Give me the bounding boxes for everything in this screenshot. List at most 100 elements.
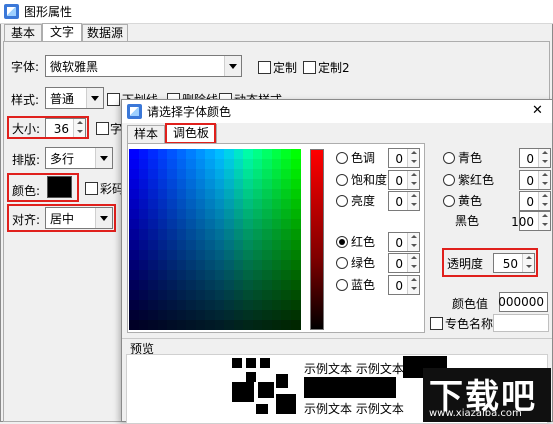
color-cell[interactable] xyxy=(224,249,234,261)
color-cell[interactable] xyxy=(129,189,139,200)
color-cell[interactable] xyxy=(129,179,139,190)
color-cell[interactable] xyxy=(214,229,225,240)
color-cell[interactable] xyxy=(195,279,206,291)
color-cell[interactable] xyxy=(195,269,206,281)
color-cell[interactable] xyxy=(176,309,187,321)
underline-checkbox[interactable] xyxy=(107,93,120,106)
color-cell[interactable] xyxy=(176,179,187,190)
color-cell[interactable] xyxy=(243,229,253,240)
color-cell[interactable] xyxy=(186,169,196,180)
color-cell[interactable] xyxy=(271,319,282,331)
color-cell[interactable] xyxy=(214,219,225,230)
color-cell[interactable] xyxy=(252,279,263,291)
color-cell[interactable] xyxy=(186,269,196,281)
color-cell[interactable] xyxy=(148,249,158,261)
color-cell[interactable] xyxy=(262,149,272,160)
color-cell[interactable] xyxy=(262,249,272,261)
color-cell[interactable] xyxy=(148,149,158,160)
color-cell[interactable] xyxy=(290,309,301,321)
stepper-arrows-icon[interactable] xyxy=(407,149,419,167)
color-cell[interactable] xyxy=(224,239,234,251)
color-cell[interactable] xyxy=(262,199,272,210)
color-cell[interactable] xyxy=(233,229,244,240)
layout-select[interactable]: 多行 xyxy=(45,147,113,169)
color-cell[interactable] xyxy=(205,289,215,301)
color-cell[interactable] xyxy=(243,239,253,251)
color-cell[interactable] xyxy=(224,199,234,210)
chevron-down-icon[interactable] xyxy=(86,88,103,108)
stepper-arrows-icon[interactable] xyxy=(407,276,419,294)
color-cell[interactable] xyxy=(224,319,234,331)
color-cell[interactable] xyxy=(290,159,301,170)
color-cell[interactable] xyxy=(205,169,215,180)
color-cell[interactable] xyxy=(262,269,272,281)
color-cell[interactable] xyxy=(281,269,291,281)
color-cell[interactable] xyxy=(281,229,291,240)
color-cell[interactable] xyxy=(262,299,272,311)
color-cell[interactable] xyxy=(186,249,196,261)
hue-stepper[interactable]: 0 xyxy=(388,148,420,168)
color-cell[interactable] xyxy=(271,209,282,220)
color-cell[interactable] xyxy=(233,219,244,230)
color-cell[interactable] xyxy=(233,309,244,321)
green-stepper[interactable]: 0 xyxy=(388,253,420,273)
color-cell[interactable] xyxy=(138,169,149,180)
color-cell[interactable] xyxy=(281,239,291,251)
color-cell[interactable] xyxy=(252,259,263,271)
color-cell[interactable] xyxy=(186,209,196,220)
color-cell[interactable] xyxy=(195,149,206,160)
color-cell[interactable] xyxy=(157,259,168,271)
color-cell[interactable] xyxy=(214,209,225,220)
color-cell[interactable] xyxy=(224,299,234,311)
color-cell[interactable] xyxy=(205,299,215,311)
color-cell[interactable] xyxy=(148,309,158,321)
color-cell[interactable] xyxy=(195,319,206,331)
color-cell[interactable] xyxy=(138,269,149,281)
colorful-checkbox[interactable] xyxy=(85,182,98,195)
color-cell[interactable] xyxy=(252,319,263,331)
color-cell[interactable] xyxy=(252,229,263,240)
color-cell[interactable] xyxy=(205,219,215,230)
saturation-stepper[interactable]: 0 xyxy=(388,170,420,190)
color-cell[interactable] xyxy=(176,299,187,311)
color-cell[interactable] xyxy=(138,199,149,210)
custom1-checkbox[interactable] xyxy=(258,61,271,74)
custom2-checkbox[interactable] xyxy=(303,61,316,74)
size-extra-checkbox[interactable] xyxy=(96,122,109,135)
color-cell[interactable] xyxy=(195,259,206,271)
color-cell[interactable] xyxy=(224,189,234,200)
color-cell[interactable] xyxy=(157,299,168,311)
color-cell[interactable] xyxy=(271,289,282,301)
color-cell[interactable] xyxy=(243,309,253,321)
color-cell[interactable] xyxy=(252,209,263,220)
color-cell[interactable] xyxy=(167,179,177,190)
color-cell[interactable] xyxy=(195,209,206,220)
color-cell[interactable] xyxy=(157,169,168,180)
color-cell[interactable] xyxy=(148,289,158,301)
color-cell[interactable] xyxy=(138,189,149,200)
color-cell[interactable] xyxy=(148,219,158,230)
color-cell[interactable] xyxy=(252,299,263,311)
color-cell[interactable] xyxy=(214,279,225,291)
color-cell[interactable] xyxy=(262,319,272,331)
tab-text[interactable]: 文字 xyxy=(42,23,82,43)
color-cell[interactable] xyxy=(129,209,139,220)
color-cell[interactable] xyxy=(252,269,263,281)
color-cell[interactable] xyxy=(290,229,301,240)
color-cell[interactable] xyxy=(176,289,187,301)
color-cell[interactable] xyxy=(233,199,244,210)
spot-color-checkbox[interactable] xyxy=(430,317,443,330)
color-cell[interactable] xyxy=(233,169,244,180)
color-cell[interactable] xyxy=(233,159,244,170)
color-cell[interactable] xyxy=(129,159,139,170)
color-cell[interactable] xyxy=(214,239,225,251)
color-cell[interactable] xyxy=(243,219,253,230)
color-cell[interactable] xyxy=(129,229,139,240)
blue-radio[interactable] xyxy=(336,279,348,291)
color-cell[interactable] xyxy=(129,309,139,321)
color-cell[interactable] xyxy=(281,179,291,190)
red-stepper[interactable]: 0 xyxy=(388,232,420,252)
color-cell[interactable] xyxy=(262,259,272,271)
color-cell[interactable] xyxy=(176,279,187,291)
color-cell[interactable] xyxy=(176,229,187,240)
